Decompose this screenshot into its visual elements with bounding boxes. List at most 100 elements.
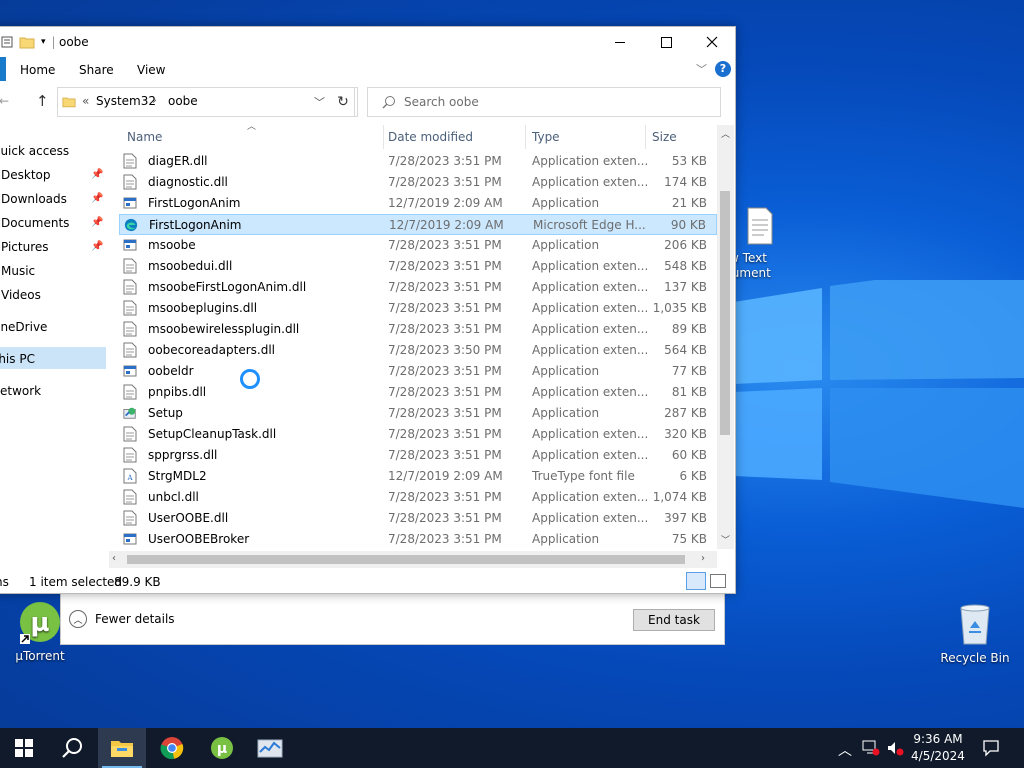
- address-overflow[interactable]: «: [82, 94, 89, 108]
- nav-item-this-pc[interactable]: This PC: [0, 352, 35, 366]
- folder-icon[interactable]: [19, 36, 35, 49]
- show-hidden-icons-icon[interactable]: ︿: [838, 740, 852, 760]
- file-row[interactable]: spprgrss.dll 7/28/2023 3:51 PM Application…: [119, 445, 717, 466]
- dll-file-icon: [123, 342, 137, 358]
- nav-item-onedrive[interactable]: OneDrive: [0, 320, 47, 334]
- nav-item-videos[interactable]: Videos: [1, 288, 41, 302]
- column-separator[interactable]: [383, 125, 384, 149]
- file-date-modified: 7/28/2023 3:51 PM: [388, 490, 502, 504]
- file-name: diagER.dll: [148, 154, 208, 168]
- file-row[interactable]: A StrgMDL2 12/7/2019 2:09 AM TrueType font …: [119, 466, 717, 487]
- maximize-button[interactable]: [643, 27, 689, 57]
- taskbar-task-manager[interactable]: [246, 728, 294, 768]
- tab-home[interactable]: Home: [20, 63, 55, 77]
- horizontal-scrollbar[interactable]: ‹ ›: [109, 551, 717, 568]
- dll-file-icon: [123, 426, 137, 442]
- nav-item-quick-access[interactable]: Quick access: [0, 144, 69, 158]
- nav-item-music[interactable]: Music: [1, 264, 35, 278]
- volume-icon[interactable]: [886, 740, 904, 756]
- scroll-thumb[interactable]: [127, 555, 685, 564]
- file-type: Application exten...: [532, 448, 649, 462]
- file-type: Application exten...: [532, 280, 649, 294]
- close-button[interactable]: [689, 27, 735, 57]
- nav-item-network[interactable]: Network: [0, 384, 41, 398]
- end-task-button[interactable]: End task: [633, 609, 715, 631]
- expand-ribbon-icon[interactable]: ﹀: [696, 61, 707, 77]
- file-row[interactable]: msoobeplugins.dll 7/28/2023 3:51 PM Applic…: [119, 298, 717, 319]
- file-row[interactable]: pnpibs.dll 7/28/2023 3:51 PM Application e…: [119, 382, 717, 403]
- file-row[interactable]: msoobeFirstLogonAnim.dll 7/28/2023 3:51 P…: [119, 277, 717, 298]
- column-separator[interactable]: [525, 125, 526, 149]
- file-name: spprgrss.dll: [148, 448, 218, 462]
- file-row[interactable]: oobeldr 7/28/2023 3:51 PM Application 77 KB: [119, 361, 717, 382]
- minimize-button[interactable]: [597, 27, 643, 57]
- file-size: 90 KB: [670, 218, 706, 232]
- file-row[interactable]: UserOOBEBroker 7/28/2023 3:51 PM Applicati…: [119, 529, 717, 550]
- breadcrumb-oobe[interactable]: oobe: [168, 94, 198, 108]
- title-bar[interactable]: ▾ | oobe: [0, 27, 735, 57]
- file-row[interactable]: msoobedui.dll 7/28/2023 3:51 PM Applicatio…: [119, 256, 717, 277]
- file-date-modified: 7/28/2023 3:51 PM: [388, 385, 502, 399]
- nav-item-pictures[interactable]: Pictures: [1, 240, 49, 254]
- help-icon[interactable]: ?: [715, 61, 731, 77]
- scroll-down-icon[interactable]: ﹀: [721, 533, 730, 546]
- desktop-icon-recycle-bin[interactable]: Recycle Bin: [937, 602, 1013, 666]
- column-separator[interactable]: [645, 125, 646, 149]
- application-icon: [123, 365, 137, 377]
- file-row[interactable]: msoobewirelessplugin.dll 7/28/2023 3:51 P…: [119, 319, 717, 340]
- file-date-modified: 7/28/2023 3:51 PM: [388, 154, 502, 168]
- file-row[interactable]: UserOOBE.dll 7/28/2023 3:51 PM Application…: [119, 508, 717, 529]
- refresh-button[interactable]: ↻: [329, 87, 358, 117]
- nav-item-documents[interactable]: Documents: [1, 216, 69, 230]
- search-button[interactable]: [48, 728, 96, 768]
- scroll-thumb[interactable]: [720, 191, 730, 435]
- details-view-icon[interactable]: [686, 572, 706, 590]
- start-button[interactable]: [0, 728, 48, 768]
- file-row[interactable]: FirstLogonAnim 12/7/2019 2:09 AM Applicati…: [119, 193, 717, 214]
- large-icons-view-icon[interactable]: [710, 574, 726, 588]
- file-tab[interactable]: [0, 57, 6, 81]
- file-row[interactable]: msoobe 7/28/2023 3:51 PM Application 206 KB: [119, 235, 717, 256]
- file-name: msoobeFirstLogonAnim.dll: [148, 280, 307, 294]
- dll-file-icon: [123, 384, 137, 400]
- file-size: 81 KB: [671, 385, 707, 399]
- action-center-icon[interactable]: [982, 739, 1000, 757]
- system-clock[interactable]: 9:36 AM 4/5/2024: [906, 731, 970, 765]
- vertical-scrollbar[interactable]: ︿ ﹀: [717, 125, 734, 549]
- taskbar-chrome[interactable]: [148, 728, 196, 768]
- scroll-right-icon[interactable]: ›: [701, 553, 705, 564]
- breadcrumb-system32[interactable]: System32: [96, 94, 156, 108]
- file-row[interactable]: SetupCleanupTask.dll 7/28/2023 3:51 PM App…: [119, 424, 717, 445]
- file-row[interactable]: oobecoreadapters.dll 7/28/2023 3:50 PM App…: [119, 340, 717, 361]
- file-date-modified: 7/28/2023 3:51 PM: [388, 280, 502, 294]
- tab-share[interactable]: Share: [79, 63, 114, 77]
- properties-icon[interactable]: [1, 36, 13, 48]
- file-date-modified: 7/28/2023 3:51 PM: [388, 301, 502, 315]
- file-row[interactable]: Setup 7/28/2023 3:51 PM Application 287 KB: [119, 403, 717, 424]
- up-icon[interactable]: ↑: [36, 92, 49, 110]
- customize-toolbar-dropdown-icon[interactable]: ▾: [41, 37, 46, 47]
- nav-item-downloads[interactable]: Downloads: [1, 192, 67, 206]
- tab-view[interactable]: View: [137, 63, 165, 77]
- file-row[interactable]: diagnostic.dll 7/28/2023 3:51 PM Applicati…: [119, 172, 717, 193]
- file-row[interactable]: diagER.dll 7/28/2023 3:51 PM Application e…: [119, 151, 717, 172]
- file-date-modified: 7/28/2023 3:51 PM: [388, 175, 502, 189]
- scroll-up-icon[interactable]: ︿: [721, 127, 730, 140]
- file-row[interactable]: unbcl.dll 7/28/2023 3:51 PM Application ex…: [119, 487, 717, 508]
- window-title: oobe: [59, 35, 89, 49]
- address-dropdown-icon[interactable]: ﹀: [314, 94, 325, 110]
- setup-app-icon: [123, 407, 136, 419]
- scroll-left-icon[interactable]: ‹: [112, 553, 116, 564]
- file-row[interactable]: FirstLogonAnim 12/7/2019 2:09 AM Microsoft…: [119, 214, 717, 235]
- file-size: 1,074 KB: [652, 490, 707, 504]
- back-icon[interactable]: ←: [0, 94, 9, 108]
- file-type: Application: [532, 406, 600, 420]
- nav-item-desktop[interactable]: Desktop: [1, 168, 51, 182]
- search-box[interactable]: Search oobe: [367, 87, 721, 117]
- address-bar[interactable]: « System32 › oobe ﹀: [57, 87, 355, 117]
- taskbar-utorrent[interactable]: µ: [198, 728, 246, 768]
- taskbar-file-explorer[interactable]: [98, 728, 146, 768]
- fewer-details-button[interactable]: ︿ Fewer details: [69, 610, 175, 628]
- file-size: 206 KB: [664, 238, 707, 252]
- network-icon[interactable]: [862, 740, 880, 756]
